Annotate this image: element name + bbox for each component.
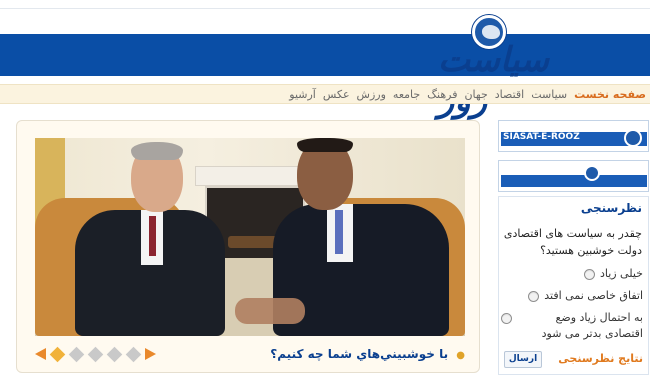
featured-caption-text: با خوشبيني‌هاي شما چه كنيم؟ — [270, 347, 449, 361]
slider-dot[interactable] — [125, 346, 142, 362]
slider-dot[interactable] — [49, 346, 66, 362]
radio-button[interactable] — [501, 313, 512, 324]
nav-item[interactable]: آرشیو — [289, 88, 316, 101]
featured-caption-link[interactable]: ● با خوشبيني‌هاي شما چه كنيم؟ — [270, 347, 465, 361]
nav-item[interactable]: سیاست — [531, 88, 567, 101]
slider-dot[interactable] — [106, 346, 123, 362]
radio-button[interactable] — [583, 269, 595, 280]
poll-option-label: خیلی زیاد — [599, 267, 643, 280]
nav-item[interactable]: جامعه — [393, 88, 420, 101]
slider-controls — [35, 346, 156, 362]
poll-option[interactable]: اتفاق خاصی نمی افتد — [501, 288, 643, 304]
slider-dot[interactable] — [87, 346, 104, 362]
nav-item[interactable]: ورزش — [357, 88, 386, 101]
site-logo[interactable]: سیاست روز — [438, 12, 568, 120]
bullet-icon: ● — [456, 350, 465, 361]
nav-item[interactable]: صفحه نخست — [574, 88, 646, 101]
nav-item[interactable]: فرهنگ — [427, 88, 457, 101]
poll-options: خیلی زیاد اتفاق خاصی نمی افتد به احتمال زی… — [498, 120, 649, 375]
featured-photo[interactable] — [35, 138, 465, 336]
poll-submit-button[interactable]: ارسال — [504, 351, 542, 368]
previous-arrow-icon[interactable] — [35, 348, 46, 360]
poll-footer: ارسال نتایج نظرسنجی — [498, 345, 649, 375]
poll-option-label: اتفاق خاصی نمی افتد — [544, 289, 643, 302]
nav-item[interactable]: عکس — [323, 88, 350, 101]
poll-results-link[interactable]: نتایج نظرسنجی — [558, 352, 643, 365]
poll-option-label: به احتمال زیاد وضع اقتصادی بدتر می شود — [541, 311, 643, 340]
poll-option[interactable]: خیلی زیاد — [501, 266, 643, 282]
poll-option[interactable]: به احتمال زیاد وضع اقتصادی بدتر می شود — [501, 310, 643, 342]
logo-wordmark: سیاست روز — [438, 40, 551, 120]
nav-list: صفحه نخست سیاست اقتصاد جهان فرهنگ جامعه ورزش عک… — [289, 88, 646, 101]
main-nav: صفحه نخست سیاست اقتصاد جهان فرهنگ جامعه ورزش عک… — [0, 84, 650, 104]
featured-news: ● با خوشبيني‌هاي شما چه كنيم؟ — [16, 120, 480, 373]
radio-button[interactable] — [528, 291, 540, 302]
nav-item[interactable]: جهان — [464, 88, 487, 101]
top-strip — [0, 0, 650, 9]
sidebar: SIASAT-E-ROOZ نظرسنجی چقدر به سیاست های … — [498, 120, 649, 375]
next-arrow-icon[interactable] — [145, 348, 156, 360]
slider-dot[interactable] — [68, 346, 85, 362]
nav-item[interactable]: اقتصاد — [495, 88, 524, 101]
slider-dots — [49, 346, 142, 362]
